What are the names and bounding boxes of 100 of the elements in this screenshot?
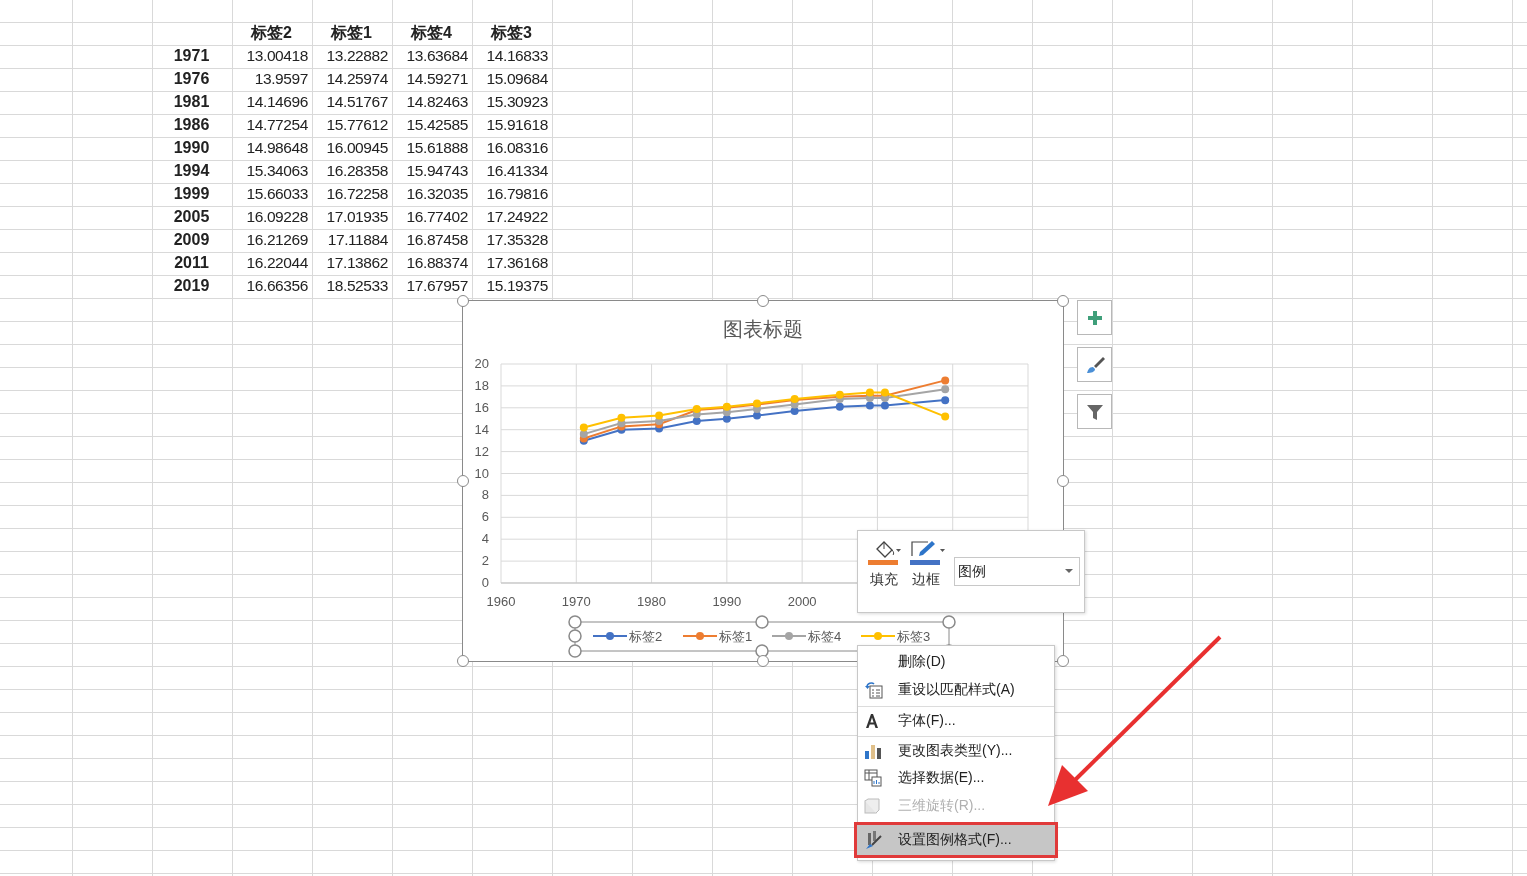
year-cell-text: 1986 <box>172 115 211 135</box>
table-cell-text: 15.94743 <box>405 161 469 181</box>
point <box>722 414 731 423</box>
menu-item[interactable]: 更改图表类型(Y)... <box>858 736 1054 764</box>
chart-styles-button[interactable] <box>1077 347 1112 382</box>
font-icon <box>864 712 880 729</box>
y-axis-label: 16 <box>474 399 489 415</box>
resize-handle[interactable] <box>457 655 469 667</box>
legend-format-icon <box>864 830 884 850</box>
year-cell-text: 1971 <box>172 46 211 66</box>
year-cell-text: 1994 <box>172 161 211 181</box>
y-axis-label: 8 <box>481 487 489 503</box>
resize-handle[interactable] <box>1057 655 1069 667</box>
resize-handle[interactable] <box>457 295 469 307</box>
menu-item[interactable]: 字体(F)... <box>858 706 1054 734</box>
pen-outline-icon <box>910 539 946 565</box>
menu-item[interactable]: 重设以匹配样式(A) <box>858 676 1054 704</box>
resize-handle[interactable] <box>568 644 582 658</box>
table-cell-text: 14.51767 <box>325 92 389 112</box>
point <box>617 413 626 422</box>
y-axis-label: 10 <box>474 465 489 481</box>
y-axis-label: 6 <box>481 509 489 525</box>
table-cell-text: 14.98648 <box>245 138 309 158</box>
y-axis-label: 18 <box>474 377 489 393</box>
year-cell-text: 2011 <box>173 253 210 273</box>
point <box>880 401 889 410</box>
dropdown-caret-icon <box>1065 569 1073 574</box>
fill-button[interactable]: 填充 <box>868 539 902 589</box>
table-cell-text: 18.52533 <box>325 276 389 296</box>
chart-element-dropdown[interactable]: 图例 <box>954 557 1080 586</box>
plus-icon <box>1086 309 1103 326</box>
year-cell-text: 1999 <box>172 184 211 204</box>
column-header-cell-text: 标签1 <box>329 22 373 43</box>
resize-handle[interactable] <box>457 475 469 487</box>
table-cell-text: 17.24922 <box>485 207 549 227</box>
y-axis-label: 14 <box>474 421 489 437</box>
y-axis-label: 0 <box>481 575 489 590</box>
border-button[interactable]: 边框 <box>910 539 946 589</box>
year-cell-text: 1990 <box>172 138 211 158</box>
table-cell-text: 16.66356 <box>245 276 309 296</box>
table-cell-text: 16.21269 <box>245 230 309 250</box>
y-axis-label: 2 <box>481 553 489 569</box>
resize-handle[interactable] <box>755 644 769 658</box>
table-cell-text: 14.14696 <box>245 92 309 112</box>
table-cell-text: 16.72258 <box>325 184 389 204</box>
table-cell-text: 14.16833 <box>485 46 549 66</box>
point <box>941 385 950 394</box>
resize-handle[interactable] <box>1057 295 1069 307</box>
resize-handle[interactable] <box>755 615 769 629</box>
year-cell-text: 2019 <box>172 276 211 296</box>
reset-style-icon <box>864 681 884 699</box>
filter-icon <box>1085 402 1104 421</box>
table-cell-text: 15.61888 <box>405 138 469 158</box>
paintbrush-icon <box>1084 354 1105 375</box>
table-cell-text: 16.79816 <box>485 184 549 204</box>
menu-item[interactable]: 选择数据(E)... <box>858 764 1054 792</box>
menu-item[interactable]: 设置图例格式(F)... <box>854 822 1058 858</box>
table-data-icon <box>864 769 882 787</box>
table-cell-text: 16.41334 <box>485 161 549 181</box>
table-cell-text: 13.00418 <box>245 46 309 66</box>
paint-bucket-icon <box>868 539 902 565</box>
table-cell-text: 16.00945 <box>325 138 389 158</box>
resize-handle[interactable] <box>942 615 956 629</box>
table-cell-text: 15.77612 <box>325 115 389 135</box>
table-cell-text: 16.22044 <box>245 253 309 273</box>
table-cell-text: 15.30923 <box>485 92 549 112</box>
table-cell-text: 17.36168 <box>485 253 549 273</box>
year-cell-text: 2005 <box>172 207 211 227</box>
table-cell-text: 14.82463 <box>405 92 469 112</box>
table-cell-text: 16.32035 <box>405 184 469 204</box>
chart-title: 图表标题 <box>723 318 803 340</box>
y-axis-label: 4 <box>481 531 489 547</box>
table-cell-text: 16.88374 <box>405 253 469 273</box>
point <box>865 401 874 410</box>
table-cell-text: 14.77254 <box>245 115 309 135</box>
point <box>941 396 950 405</box>
table-cell-text: 17.13862 <box>325 253 389 273</box>
resize-handle[interactable] <box>757 295 769 307</box>
resize-handle[interactable] <box>568 615 582 629</box>
x-axis-label: 2000 <box>787 594 817 609</box>
table-cell-text: 17.67957 <box>405 276 469 296</box>
chart-filter-button[interactable] <box>1077 394 1112 429</box>
point <box>941 376 950 385</box>
table-cell-text: 16.87458 <box>405 230 469 250</box>
x-axis-label: 1980 <box>637 594 667 609</box>
cube-icon <box>864 798 880 814</box>
legend-label: 标签4 <box>808 629 842 644</box>
table-cell-text: 13.9597 <box>253 69 309 89</box>
point <box>835 402 844 411</box>
add-element-button[interactable] <box>1077 300 1112 335</box>
y-axis-label: 12 <box>474 443 489 459</box>
table-cell-text: 16.28358 <box>325 161 389 181</box>
table-cell-text: 17.11884 <box>326 230 389 250</box>
table-cell-text: 16.08316 <box>485 138 549 158</box>
resize-handle[interactable] <box>568 629 582 643</box>
x-axis-label: 1960 <box>486 594 516 609</box>
point <box>579 423 588 432</box>
table-cell-text: 17.01935 <box>325 207 389 227</box>
table-cell-text: 14.25974 <box>325 69 389 89</box>
year-cell-text: 1976 <box>172 69 211 89</box>
